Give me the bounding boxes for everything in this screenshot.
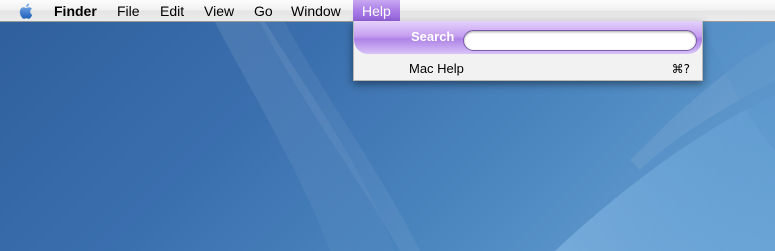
menu-item-label: Mac Help bbox=[409, 61, 464, 76]
menu-help[interactable]: Help bbox=[353, 0, 400, 22]
help-menu-dropdown: Search Mac Help ⌘? bbox=[353, 21, 703, 81]
menu-window[interactable]: Window bbox=[282, 0, 350, 22]
menu-file[interactable]: File bbox=[108, 0, 149, 22]
menu-finder[interactable]: Finder bbox=[45, 0, 106, 22]
menu-item-mac-help[interactable]: Mac Help ⌘? bbox=[354, 59, 702, 79]
help-search-row: Search bbox=[354, 21, 702, 54]
help-search-input[interactable] bbox=[463, 30, 697, 51]
help-search-label: Search bbox=[411, 29, 455, 44]
desktop: Finder File Edit View Go Window Help Sea… bbox=[0, 0, 775, 251]
menu-bar: Finder File Edit View Go Window Help bbox=[0, 0, 775, 22]
menu-go[interactable]: Go bbox=[245, 0, 282, 22]
menu-item-shortcut: ⌘? bbox=[671, 62, 690, 76]
menu-edit[interactable]: Edit bbox=[151, 0, 193, 22]
apple-icon[interactable] bbox=[18, 2, 36, 20]
menu-view[interactable]: View bbox=[195, 0, 243, 22]
